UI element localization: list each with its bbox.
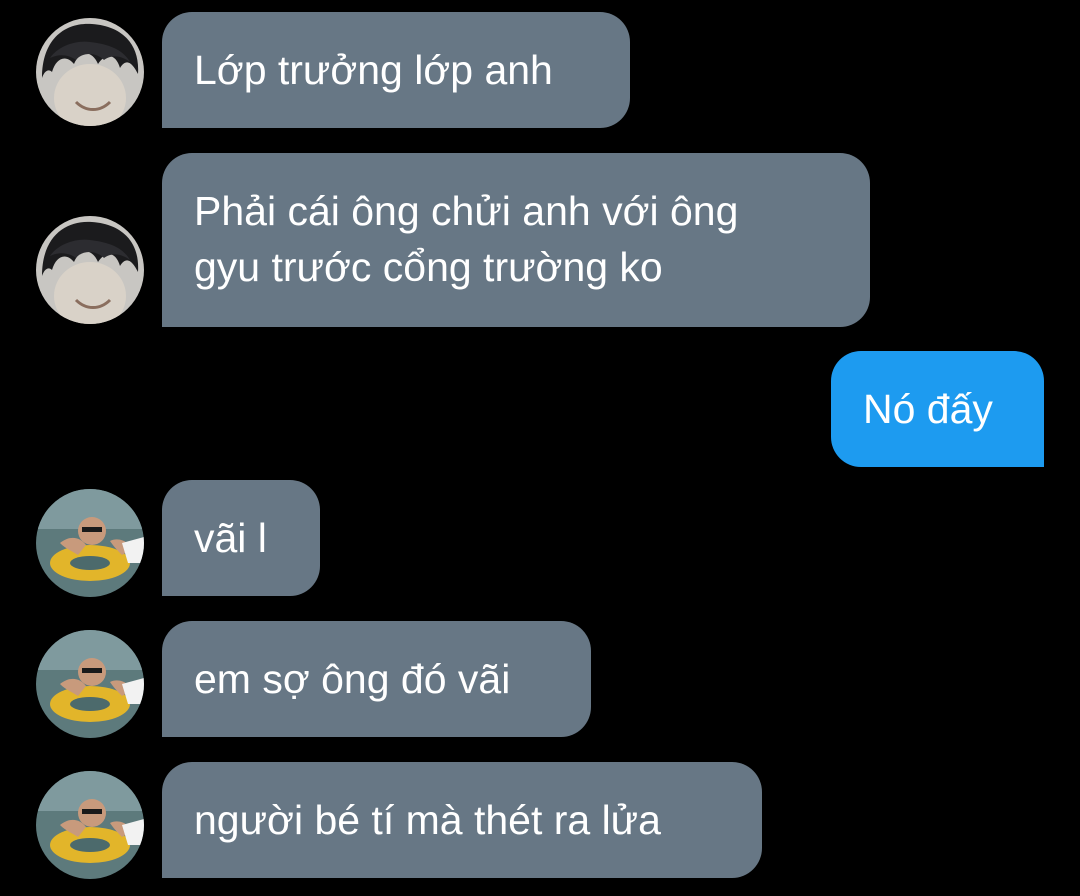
message-text: người bé tí mà thét ra lửa	[194, 797, 661, 843]
avatar-contact-2-icon[interactable]	[36, 630, 144, 738]
message-bubble-incoming[interactable]: Phải cái ông chửi anh với ông gyu trước …	[162, 153, 870, 327]
message-bubble-outgoing[interactable]: Nó đấy	[831, 351, 1044, 467]
avatar-contact-1-icon[interactable]	[36, 216, 144, 324]
message-bubble-incoming[interactable]: người bé tí mà thét ra lửa	[162, 762, 762, 878]
message-bubble-incoming[interactable]: Lớp trưởng lớp anh	[162, 12, 630, 128]
message-bubble-incoming[interactable]: vãi l	[162, 480, 320, 596]
message-text-line: Phải cái ông chửi anh với ông	[194, 188, 739, 234]
message-bubble-incoming[interactable]: em sợ ông đó vãi	[162, 621, 591, 737]
avatar-contact-2-icon[interactable]	[36, 771, 144, 879]
message-text: em sợ ông đó vãi	[194, 656, 511, 702]
message-text: Lớp trưởng lớp anh	[194, 47, 553, 93]
message-text-line: gyu trước cổng trường ko	[194, 244, 663, 290]
message-text: Nó đấy	[863, 386, 993, 432]
avatar-contact-1-icon[interactable]	[36, 18, 144, 126]
message-text: vãi l	[194, 515, 267, 561]
avatar-contact-2-icon[interactable]	[36, 489, 144, 597]
